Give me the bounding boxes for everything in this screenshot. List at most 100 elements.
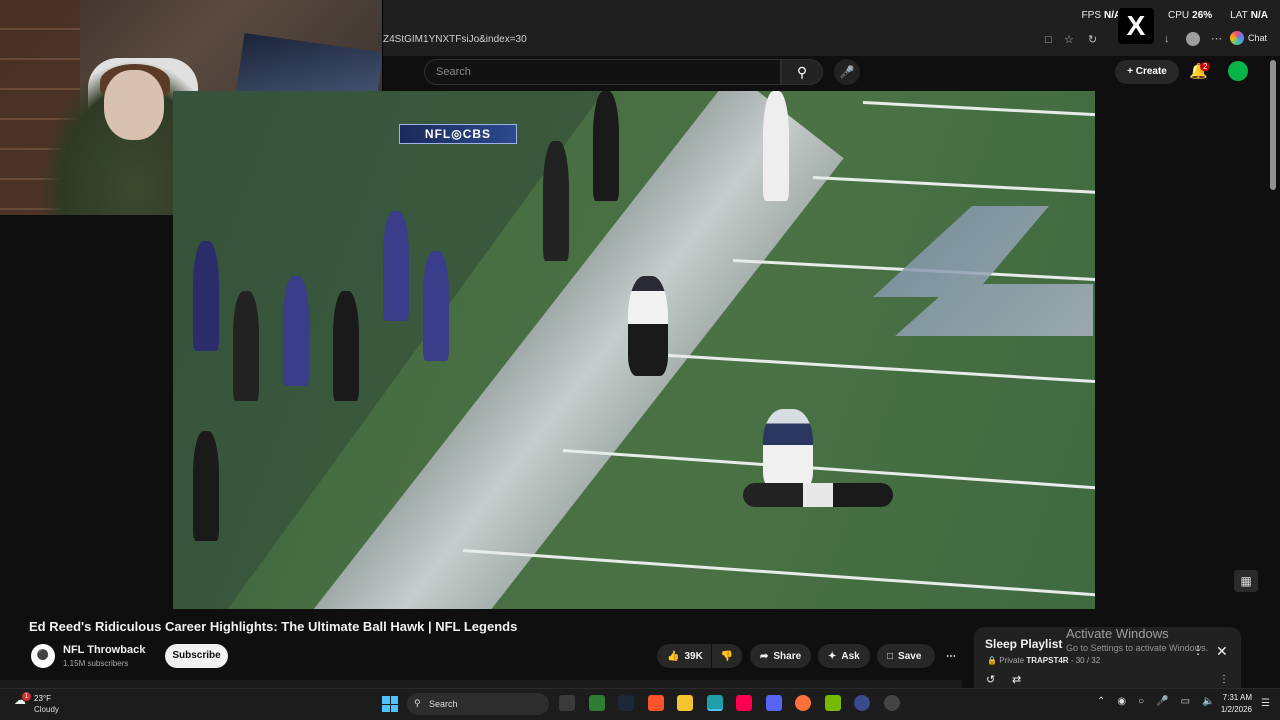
sideline-person [423,251,449,361]
weather-temperature[interactable]: 23°F [34,694,51,703]
microphone-tray-icon[interactable]: 🎤 [1156,696,1168,707]
thumbs-down-icon: 👎 [720,650,734,662]
save-label: Save [898,650,922,662]
dislike-button[interactable]: 👎 [712,644,742,668]
performance-overlay: FPSN/A G CPU26% LATN/A [1082,10,1268,21]
sideline-person [283,276,309,386]
browser-menu-icon[interactable]: ⋯ [1211,32,1222,45]
copilot-icon [1230,31,1244,45]
file-explorer-icon[interactable] [677,695,693,711]
start-windows-icon[interactable] [382,696,398,712]
profile-avatar[interactable] [1186,32,1200,46]
chat-label: Chat [1248,33,1268,43]
clock-time[interactable]: 7:31 AM [1222,693,1252,702]
taskbar-search-input[interactable]: Search [407,693,549,715]
cpu-readout: CPU 26% [1168,10,1213,21]
brave-app-icon[interactable] [648,695,664,711]
steam-app-icon[interactable] [618,695,634,711]
playlist-options-icon[interactable]: ⋮ [1219,674,1229,685]
referee [763,91,789,201]
thumbs-up-icon: 👍 [667,650,680,662]
channel-avatar[interactable]: ⚫ [31,644,55,668]
taskbar-search-icon: ⚲ [414,698,421,708]
share-button[interactable]: ➦ Share [750,644,811,668]
like-count: 39K [684,650,703,662]
sideline-person [233,291,259,401]
bookmark-icon: □ [887,650,894,662]
downed-player [743,483,893,507]
tab-icon[interactable]: □ [1045,34,1052,46]
microphone-icon: 🎤 [839,65,855,79]
task-view-icon[interactable] [559,695,575,711]
network-icon[interactable]: ▭ [1181,696,1190,707]
more-actions-button[interactable]: ⋯ [940,644,962,668]
windows-taskbar [0,688,1280,720]
firefox-app-icon[interactable] [795,695,811,711]
address-bar-url[interactable]: Z4StGIM1YNXTFsiJo&index=30 [383,34,527,45]
ask-button[interactable]: ✦ Ask [818,644,870,668]
description-strip [0,680,962,688]
download-icon[interactable]: ↓ [1164,33,1170,45]
volume-icon[interactable]: 🔈 [1202,696,1214,707]
sideline-person [383,211,409,321]
sideline-person [193,431,219,541]
weather-alert-badge: 1 [22,692,31,701]
create-button[interactable]: + Create [1115,60,1179,84]
activate-windows-subtitle: Go to Settings to activate Windows. [1066,643,1209,653]
sparkle-icon: ✦ [828,650,837,662]
edge-app-icon[interactable] [707,695,723,711]
nvidia-app-icon[interactable] [825,695,841,711]
app-icon[interactable] [854,695,870,711]
clock-date[interactable]: 1/2/2026 [1216,705,1252,714]
tray-app-icon[interactable]: ○ [1138,696,1144,707]
sideline-person [593,91,619,201]
search-button[interactable]: ⚲ [781,59,823,85]
account-avatar[interactable] [1228,61,1248,81]
latency-readout: LAT N/A [1230,10,1268,21]
playlist-position: - 30 / 32 [1070,656,1101,665]
weather-condition[interactable]: Cloudy [34,705,59,714]
favorite-star-icon[interactable]: ☆ [1064,33,1074,46]
notification-center-icon[interactable]: ☰ [1261,698,1270,709]
extension-icon[interactable]: ↻ [1088,33,1097,46]
ask-label: Ask [841,650,860,662]
share-label: Share [773,650,802,662]
webcam-face [104,70,164,140]
system-tray: ⌃ ◉ ○ 🎤 ▭ 🔈 [1097,696,1215,707]
create-label: Create [1135,66,1167,77]
channel-name[interactable]: NFL Throwback [63,644,145,656]
player-overlay-icon[interactable]: ▦ [1234,570,1258,592]
defender [763,409,813,489]
verified-check-icon: ✔ [139,645,147,655]
page-scrollbar[interactable] [1270,60,1276,190]
notepad-app-icon[interactable] [589,695,605,711]
video-player[interactable]: NFL◎CBS [173,91,1095,609]
search-icon: ⚲ [796,64,808,80]
x-logo-icon: X [1118,8,1154,44]
discord-app-icon[interactable] [766,695,782,711]
playlist-owner[interactable]: TRAPST4R [1026,656,1068,665]
sideline-person [333,291,359,401]
sideline-person [193,241,219,351]
playlist-privacy: Private [999,656,1025,665]
sideline-person [543,141,569,261]
playlist-title[interactable]: Sleep Playlist [985,637,1062,651]
obs-app-icon[interactable] [884,695,900,711]
playlist-meta: 🔒 Private TRAPST4R - 30 / 32 [987,656,1100,665]
tiktok-app-icon[interactable] [736,695,752,711]
like-button[interactable]: 👍 39K [657,644,711,668]
broadcast-logo-bug: NFL◎CBS [399,124,517,144]
subscribe-button[interactable]: Subscribe [165,644,228,668]
lock-icon: 🔒 [987,656,997,665]
copilot-chat-button[interactable]: Chat [1230,31,1267,45]
fps-readout: FPS N/A [1081,10,1122,21]
voice-search-button[interactable]: 🎤 [834,59,860,85]
steam-tray-icon[interactable]: ◉ [1117,696,1126,707]
search-input[interactable]: Search [424,59,781,85]
tray-chevron-icon[interactable]: ⌃ [1097,696,1105,707]
video-title: Ed Reed's Ridiculous Career Highlights: … [29,619,518,634]
save-button[interactable]: □ Save [877,644,935,668]
loop-icon[interactable]: ↺ [986,673,995,686]
shuffle-icon[interactable]: ⇄ [1012,673,1021,686]
playlist-close-icon[interactable]: ✕ [1216,643,1228,660]
